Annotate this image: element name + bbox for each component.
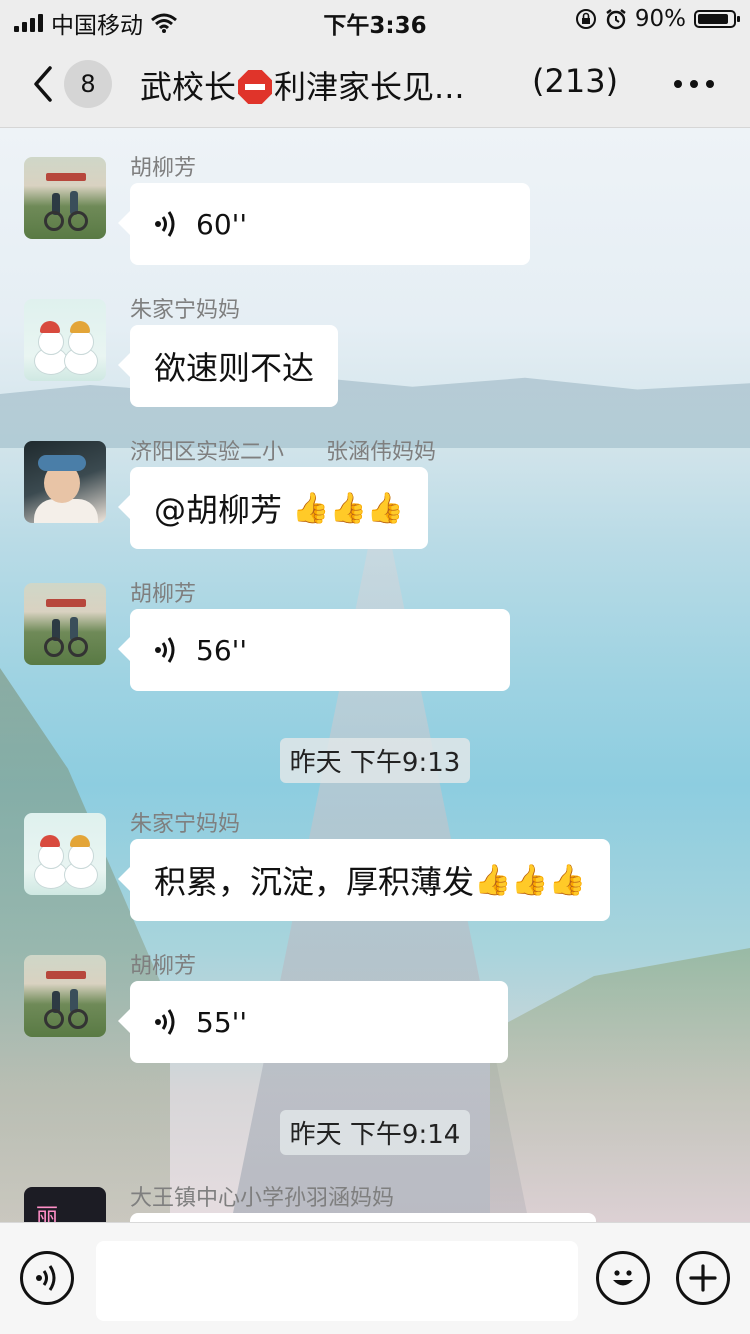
sender-name: 胡柳芳 [130,582,197,607]
message-item: 朱家宁妈妈 积累，沉淀，厚积薄发 👍👍👍 [0,796,750,926]
voice-wave-icon [155,1009,175,1035]
message-text: @胡柳芳 [154,491,293,529]
sender-name: 胡柳芳 [130,954,197,979]
thumbs-up-emoji: 👍👍👍 [292,490,405,526]
chat-header: 8 武校长 利津家长见... (213) [0,40,750,128]
message-item: 丽 大王镇中心小学孙羽涵妈妈 [0,1170,750,1222]
avatar[interactable] [24,955,106,1037]
plus-icon [689,1264,717,1292]
text-message-bubble[interactable]: 积累，沉淀，厚积薄发 👍👍👍 [117,839,611,921]
back-chevron-icon[interactable] [28,64,58,104]
avatar[interactable] [24,583,106,665]
avatar[interactable] [24,441,106,523]
sender-name: 胡柳芳 [130,156,197,181]
timestamp-label: 昨天 下午9:13 [279,738,471,783]
input-bar [0,1222,750,1334]
chat-title: 武校长 利津家长见... [140,62,465,108]
voice-message-bubble[interactable]: 55'' [118,981,508,1063]
rotation-lock-icon [575,9,596,29]
status-right: 90% [575,6,740,32]
sender-name: 济阳区实验二小 张涵伟妈妈 [130,440,436,465]
voice-message-bubble[interactable]: 60'' [118,183,530,265]
message-item: 济阳区实验二小 张涵伟妈妈 @胡柳芳 👍👍👍 [0,424,750,554]
battery-percent: 90% [634,6,686,32]
timestamp-label: 昨天 下午9:14 [279,1110,471,1155]
more-options-icon[interactable] [674,80,714,88]
battery-icon [694,10,740,28]
voice-icon [36,1265,56,1291]
message-item: 胡柳芳 55'' [0,938,750,1068]
avatar[interactable]: 丽 [24,1187,106,1222]
message-text: 欲速则不达 [154,349,315,387]
timestamp: 昨天 下午9:14 [0,1110,750,1155]
unread-count-badge[interactable]: 8 [64,60,112,108]
emoji-button[interactable] [596,1251,650,1305]
emoji-icon [613,1270,633,1286]
message-item: 胡柳芳 60'' [0,140,750,270]
avatar-text: 丽 [36,1205,59,1222]
avatar[interactable] [24,299,106,381]
voice-input-button[interactable] [20,1251,74,1305]
message-text: 积累，沉淀，厚积薄发 [154,863,475,901]
chat-title-part1: 武校长 [140,68,237,106]
voice-duration: 60'' [196,207,248,241]
voice-wave-icon [155,211,175,237]
message-input[interactable] [96,1241,578,1321]
chat-title-part2: 利津家长见... [274,68,465,106]
alarm-icon [606,9,626,30]
message-item: 胡柳芳 56'' [0,566,750,696]
sender-name: 朱家宁妈妈 [130,812,241,837]
voice-duration: 55'' [196,1005,248,1039]
sender-name: 朱家宁妈妈 [130,298,241,323]
timestamp: 昨天 下午9:13 [0,738,750,783]
status-bar: 中国移动 下午3:36 90% [0,0,750,40]
voice-duration: 56'' [196,633,248,667]
avatar[interactable] [24,157,106,239]
text-message-bubble[interactable]: @胡柳芳 👍👍👍 [117,467,429,549]
voice-wave-icon [155,637,175,663]
avatar[interactable] [24,813,106,895]
sender-name: 大王镇中心小学孙羽涵妈妈 [130,1186,395,1211]
text-message-bubble[interactable]: 欲速则不达 [117,325,339,407]
message-item: 朱家宁妈妈 欲速则不达 [0,282,750,412]
stop-sign-icon [238,70,273,104]
voice-message-bubble[interactable]: 56'' [118,609,510,691]
text-message-bubble[interactable] [130,1213,596,1222]
member-count: (213) [532,62,619,100]
more-actions-button[interactable] [676,1251,730,1305]
thumbs-up-emoji: 👍👍👍 [474,862,587,898]
